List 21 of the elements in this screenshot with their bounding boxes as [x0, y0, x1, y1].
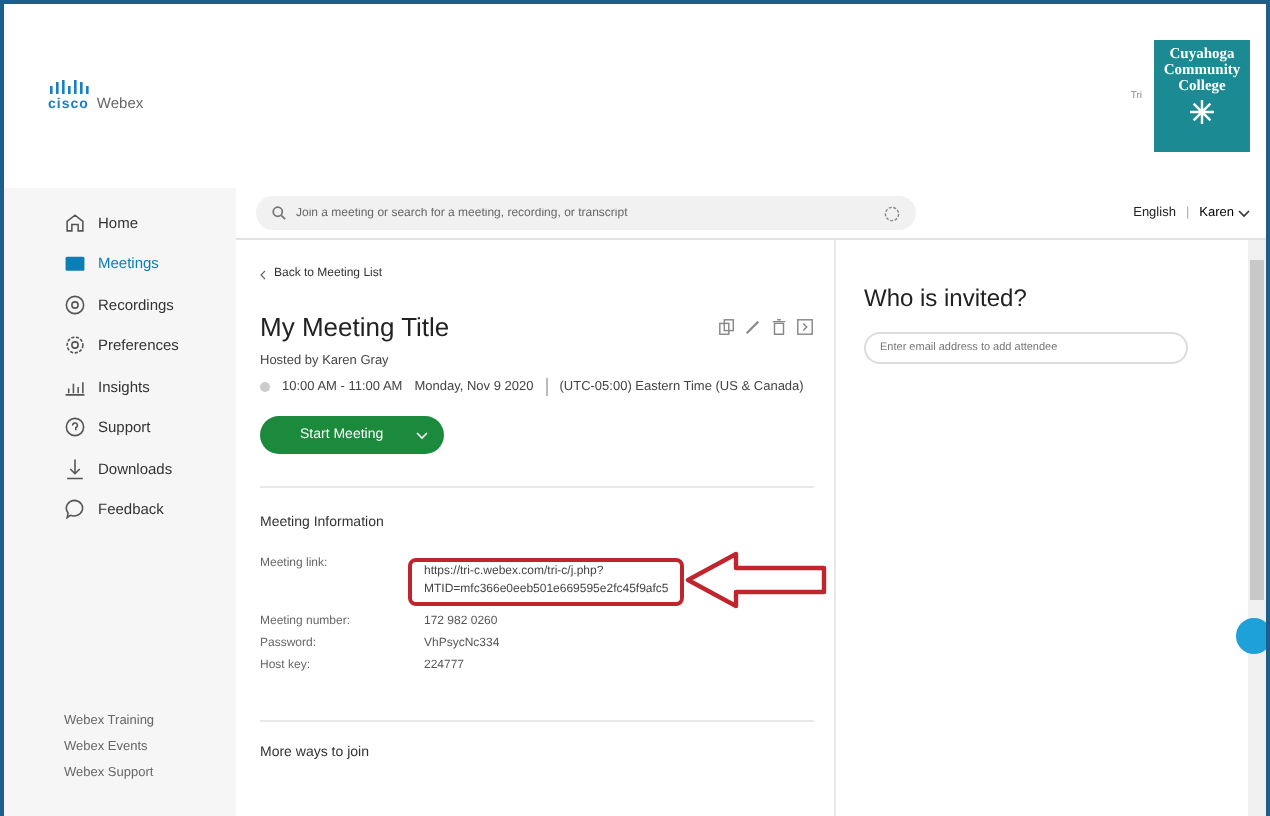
copy-icon[interactable] [718, 318, 736, 336]
search-icon [272, 206, 286, 220]
feedback-icon [64, 498, 86, 521]
invite-title: Who is invited? [864, 284, 1029, 312]
export-icon[interactable] [796, 318, 814, 336]
downloads-icon [64, 457, 86, 480]
recordings-icon [64, 293, 86, 316]
cisco-bars-icon [48, 80, 92, 94]
meeting-title: My Meeting Title [260, 312, 450, 342]
edit-icon[interactable] [744, 318, 762, 336]
delete-icon[interactable] [770, 318, 788, 336]
meetings-icon [64, 252, 86, 275]
chevron-down-icon [415, 431, 428, 439]
home-icon [64, 211, 86, 234]
support-icon [64, 416, 86, 439]
chevron-left-icon [260, 269, 266, 279]
status-dot [260, 382, 270, 392]
preferences-icon [64, 334, 86, 357]
chevron-down-icon [1238, 209, 1250, 217]
loading-icon [884, 205, 900, 221]
help-button[interactable] [1236, 618, 1266, 654]
